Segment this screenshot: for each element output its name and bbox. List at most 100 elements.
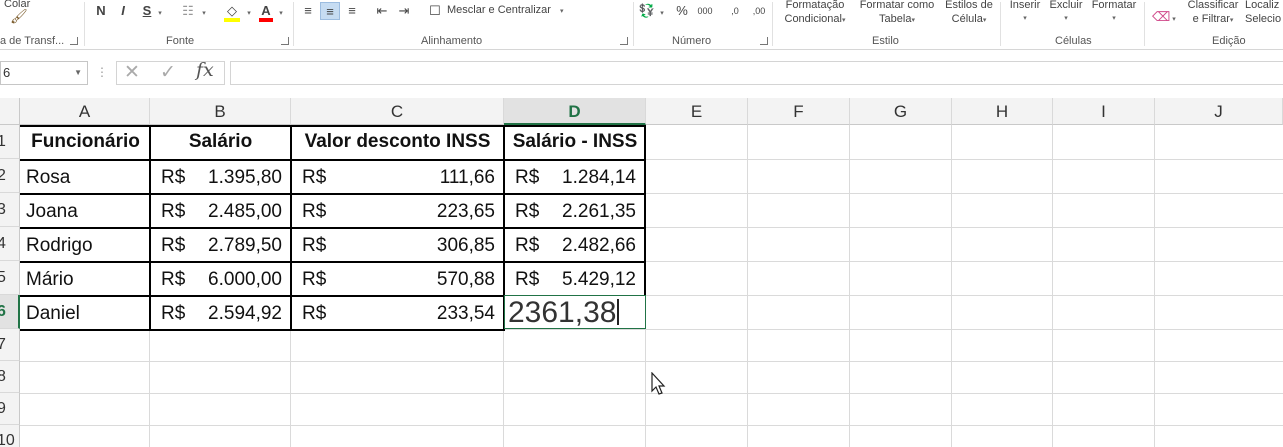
header-cell-salario-inss[interactable]: Salário - INSS bbox=[505, 125, 645, 159]
align-right-icon[interactable]: ≡ bbox=[342, 2, 362, 20]
amount: 306,85 bbox=[436, 235, 495, 256]
row-number: 3 bbox=[0, 193, 6, 226]
conditional-formatting-button[interactable]: Formatação Condicional▾ bbox=[778, 0, 852, 28]
find-select-button[interactable]: Localiz Selecio bbox=[1245, 0, 1283, 26]
row-header-8[interactable]: 8 bbox=[0, 361, 20, 393]
net-salary-cell[interactable]: R$ 2.482,66 bbox=[505, 229, 644, 261]
inss-cell[interactable]: R$ 570,88 bbox=[292, 263, 503, 295]
salary-cell[interactable]: R$ 2.789,50 bbox=[151, 229, 290, 261]
table-border-col bbox=[149, 125, 151, 331]
column-header-h[interactable]: H bbox=[952, 98, 1053, 125]
inss-cell[interactable]: R$ 233,54 bbox=[292, 297, 503, 329]
name-box[interactable]: 6 ▼ bbox=[0, 61, 88, 85]
column-header-b[interactable]: B bbox=[150, 98, 291, 125]
formula-input[interactable] bbox=[230, 61, 1283, 85]
align-center-icon[interactable]: ≡ bbox=[320, 2, 340, 20]
number-launcher-icon[interactable] bbox=[760, 37, 768, 45]
borders-icon[interactable]: ☷ bbox=[178, 2, 198, 20]
accounting-dropdown-icon[interactable]: ▾ bbox=[658, 2, 666, 20]
accounting-format-icon[interactable]: 💱 bbox=[638, 2, 656, 20]
format-as-table-button[interactable]: Formatar como Tabela▾ bbox=[854, 0, 940, 28]
inss-cell[interactable]: R$ 223,65 bbox=[292, 195, 503, 227]
row-header-2[interactable]: 2 bbox=[0, 159, 20, 193]
fill-color-dropdown-icon[interactable]: ▾ bbox=[245, 2, 253, 20]
name-cell[interactable]: Rodrigo bbox=[22, 229, 149, 261]
column-header-i[interactable]: I bbox=[1053, 98, 1155, 125]
row-header-1[interactable]: 1 bbox=[0, 125, 20, 159]
column-header-a[interactable]: A bbox=[20, 98, 150, 125]
salary-cell[interactable]: R$ 2.594,92 bbox=[151, 297, 290, 329]
column-header-j[interactable]: J bbox=[1155, 98, 1283, 125]
merge-center-icon[interactable]: ☐ bbox=[427, 2, 443, 20]
format-button[interactable]: Formatar ▾ bbox=[1088, 0, 1140, 26]
worksheet-grid[interactable]: ABCDEFGHIJ 123456789 10 Funcionário Salár… bbox=[0, 98, 1283, 447]
column-header-f[interactable]: F bbox=[748, 98, 850, 125]
fill-color-icon[interactable]: ◇ bbox=[222, 2, 242, 22]
borders-dropdown-icon[interactable]: ▾ bbox=[200, 2, 208, 20]
decrease-decimal-button[interactable]: ,00 bbox=[748, 2, 770, 20]
alignment-launcher-icon[interactable] bbox=[620, 37, 628, 45]
font-color-icon[interactable]: A bbox=[258, 2, 274, 22]
column-header-e[interactable]: E bbox=[646, 98, 748, 125]
merge-center-button[interactable]: Mesclar e Centralizar ▾ bbox=[447, 4, 564, 16]
net-salary-cell[interactable]: R$ 2.261,35 bbox=[505, 195, 644, 227]
delete-button[interactable]: Excluir ▾ bbox=[1048, 0, 1084, 26]
header-cell-valor-desconto-inss[interactable]: Valor desconto INSS bbox=[292, 125, 503, 159]
row-header-7[interactable]: 7 bbox=[0, 329, 20, 361]
enter-icon[interactable]: ✓ bbox=[160, 61, 176, 84]
cancel-icon[interactable]: ✕ bbox=[124, 61, 140, 84]
salary-cell[interactable]: R$ 1.395,80 bbox=[151, 161, 290, 193]
row-header-5[interactable]: 5 bbox=[0, 261, 20, 295]
salary-cell[interactable]: R$ 6.000,00 bbox=[151, 263, 290, 295]
clear-icon[interactable]: ⌫ bbox=[1152, 8, 1170, 26]
underline-button[interactable]: S bbox=[140, 2, 154, 20]
formula-bar-resize-handle[interactable]: ⋮ bbox=[96, 65, 108, 79]
percent-button[interactable]: % bbox=[674, 2, 690, 20]
net-salary-cell[interactable]: R$ 1.284,14 bbox=[505, 161, 644, 193]
underline-dropdown-icon[interactable]: ▾ bbox=[156, 2, 164, 20]
header-cell-salario[interactable]: Salário bbox=[151, 125, 290, 159]
insert-button[interactable]: Inserir ▾ bbox=[1008, 0, 1042, 26]
increase-decimal-button[interactable]: ,0 bbox=[724, 2, 746, 20]
currency-symbol: R$ bbox=[515, 269, 540, 290]
inss-cell[interactable]: R$ 111,66 bbox=[292, 161, 503, 193]
alignment-group-label: Alinhamento bbox=[421, 35, 483, 47]
ribbon-separator bbox=[772, 2, 773, 46]
insert-function-icon[interactable]: fx bbox=[196, 59, 214, 81]
row-header-6[interactable]: 6 bbox=[0, 295, 20, 329]
font-launcher-icon[interactable] bbox=[281, 37, 289, 45]
column-header-d[interactable]: D bbox=[504, 98, 646, 125]
select-all-corner[interactable] bbox=[0, 98, 20, 125]
header-cell-funcionario[interactable]: Funcionário bbox=[22, 125, 149, 159]
column-header-c[interactable]: C bbox=[291, 98, 504, 125]
align-left-icon[interactable]: ≡ bbox=[298, 2, 318, 20]
salary-cell[interactable]: R$ 2.485,00 bbox=[151, 195, 290, 227]
clipboard-launcher-icon[interactable] bbox=[70, 37, 78, 45]
name-cell[interactable]: Mário bbox=[22, 263, 149, 295]
thousands-separator-button[interactable]: 000 bbox=[694, 2, 716, 20]
sort-filter-button[interactable]: Classificar e Filtrar▾ bbox=[1184, 0, 1242, 28]
decrease-indent-icon[interactable]: ⇤ bbox=[372, 2, 392, 20]
chevron-down-icon[interactable]: ▼ bbox=[74, 62, 82, 84]
cell-styles-button[interactable]: Estilos de Célula▾ bbox=[941, 0, 997, 28]
increase-indent-icon[interactable]: ⇥ bbox=[394, 2, 414, 20]
net-salary-cell[interactable]: R$ 5.429,12 bbox=[505, 263, 644, 295]
bold-button[interactable]: N bbox=[94, 2, 108, 20]
italic-button[interactable]: I bbox=[116, 2, 130, 20]
format-painter-icon[interactable]: 🖌 bbox=[10, 8, 28, 25]
name-cell[interactable]: Rosa bbox=[22, 161, 149, 193]
row-header-4[interactable]: 4 bbox=[0, 227, 20, 261]
merge-center-dropdown-icon[interactable]: ▾ bbox=[560, 8, 564, 15]
editing-cell-d6[interactable]: 2361,38 bbox=[504, 295, 646, 329]
inss-cell[interactable]: R$ 306,85 bbox=[292, 229, 503, 261]
gridline-horizontal bbox=[20, 425, 1283, 426]
font-color-dropdown-icon[interactable]: ▾ bbox=[277, 2, 285, 20]
name-cell[interactable]: Daniel bbox=[22, 297, 149, 329]
chevron-down-icon: ▾ bbox=[911, 17, 915, 24]
column-header-g[interactable]: G bbox=[850, 98, 952, 125]
row-header-10[interactable]: 10 bbox=[0, 425, 20, 447]
row-header-3[interactable]: 3 bbox=[0, 193, 20, 227]
row-header-9[interactable]: 9 bbox=[0, 393, 20, 425]
name-cell[interactable]: Joana bbox=[22, 195, 149, 227]
clear-dropdown-icon[interactable]: ▾ bbox=[1170, 8, 1178, 26]
